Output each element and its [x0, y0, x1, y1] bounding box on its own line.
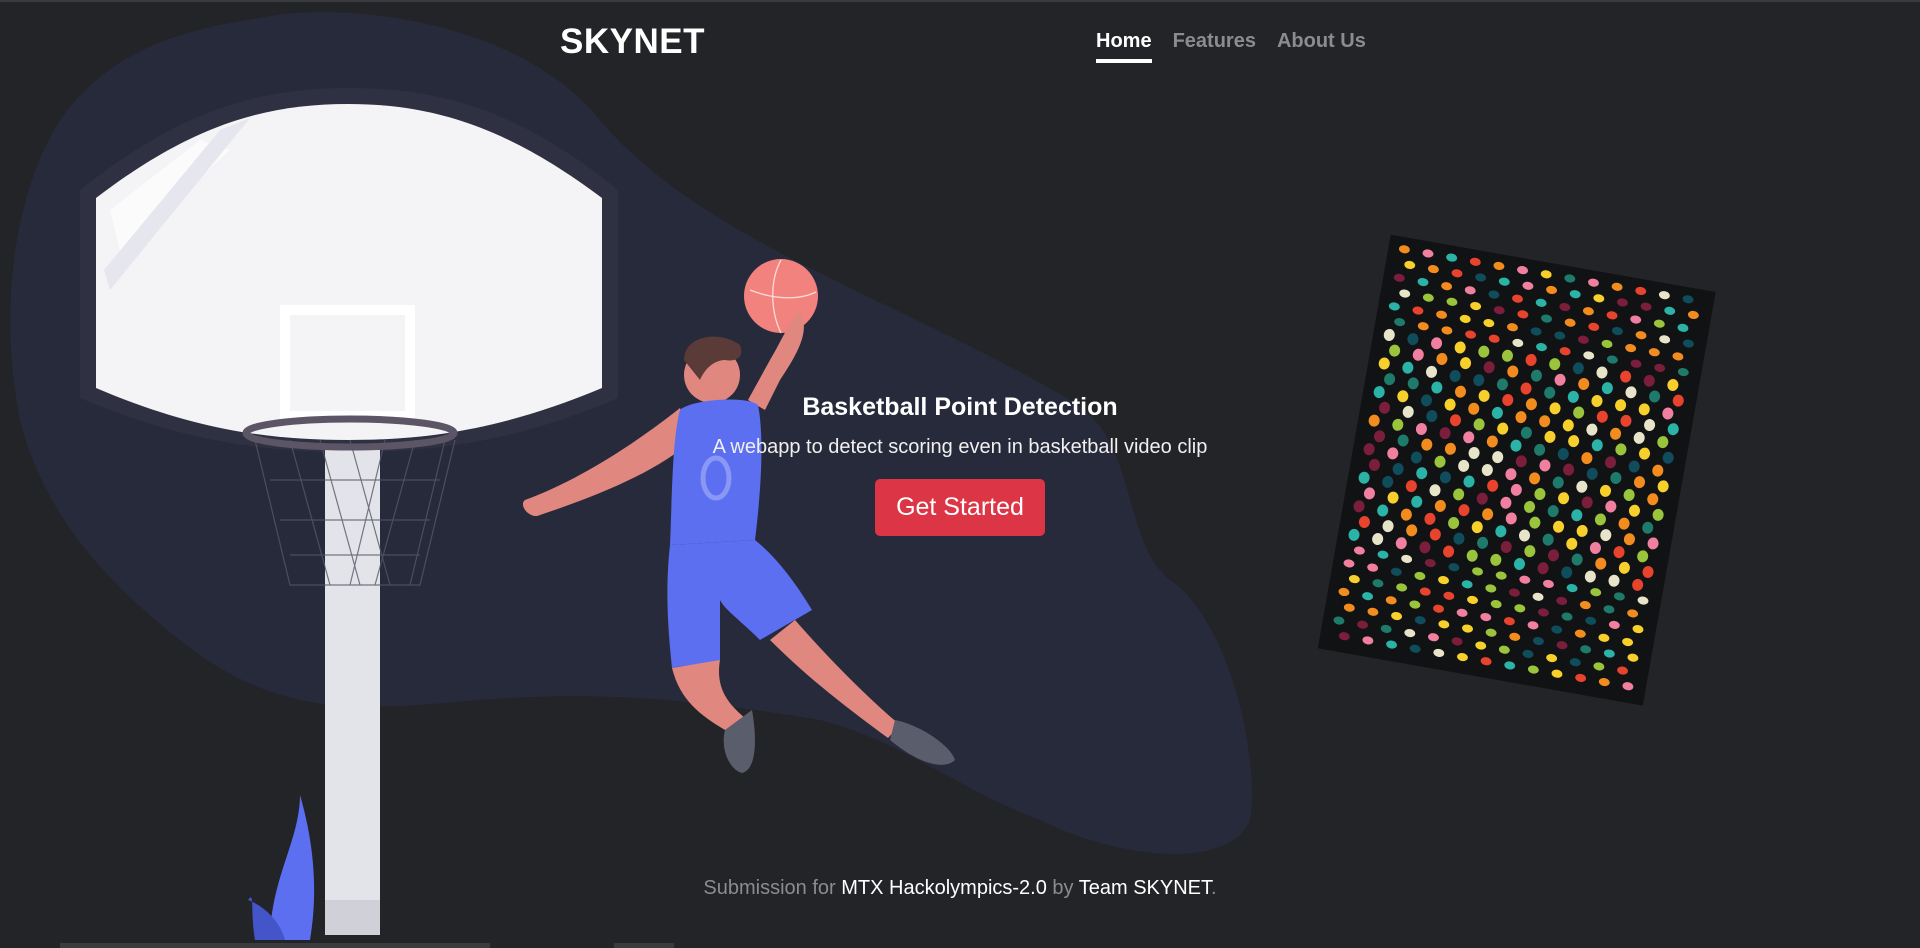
top-nav: Home Features About Us	[1096, 30, 1387, 63]
get-started-button[interactable]: Get Started	[875, 479, 1045, 536]
hero-section: Basketball Point Detection A webapp to d…	[660, 393, 1260, 536]
footer-credit: Submission for MTX Hackolympics-2.0 by T…	[560, 877, 1360, 900]
nav-features[interactable]: Features	[1173, 30, 1256, 63]
footer-middle: by	[1046, 877, 1079, 899]
stadium-crowd-graphic	[1317, 234, 1716, 706]
bottom-scroll-indicator-secondary	[614, 943, 674, 948]
footer-prefix: Submission for	[703, 877, 842, 899]
team-link[interactable]: Team SKYNET	[1079, 877, 1211, 899]
brand-logo[interactable]: SKYNET	[560, 22, 705, 62]
event-link[interactable]: MTX Hackolympics-2.0	[841, 877, 1047, 899]
bottom-scroll-indicator	[60, 943, 490, 948]
nav-about-us[interactable]: About Us	[1277, 30, 1366, 63]
hero-subtitle: A webapp to detect scoring even in baske…	[712, 436, 1208, 458]
nav-home[interactable]: Home	[1096, 30, 1152, 63]
footer-suffix: .	[1211, 877, 1217, 899]
hero-title: Basketball Point Detection	[802, 393, 1118, 421]
